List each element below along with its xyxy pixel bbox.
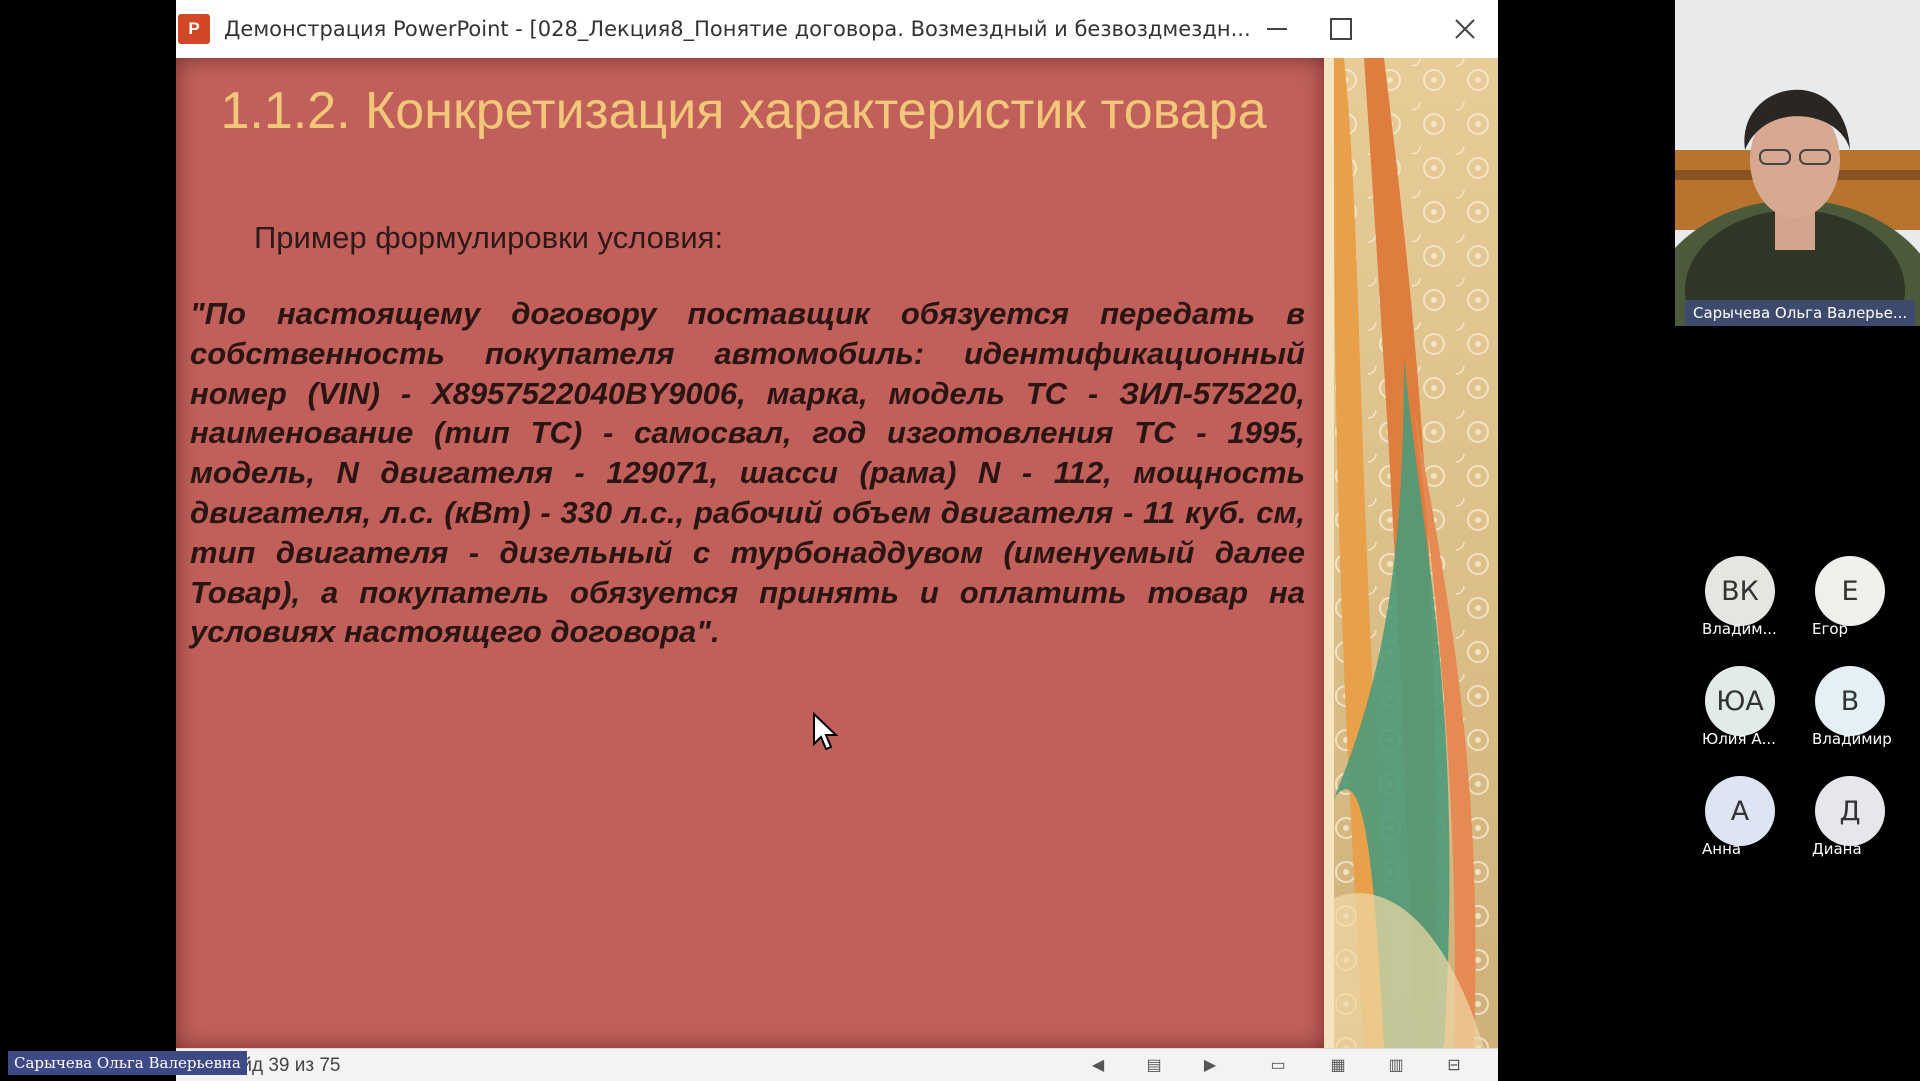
normal-view-button[interactable]: ▭ — [1266, 1054, 1290, 1076]
notes-icon: ▤ — [1146, 1057, 1162, 1074]
participant-avatar: В — [1815, 666, 1885, 736]
next-slide-button[interactable]: ▶ — [1198, 1054, 1222, 1076]
previous-icon: ◀ — [1091, 1057, 1105, 1074]
participant-name: Юлия А... — [1702, 730, 1776, 748]
participant-tile[interactable]: В Владимир — [1800, 666, 1900, 748]
normal-view-icon: ▭ — [1270, 1057, 1286, 1074]
maximize-icon — [1330, 18, 1352, 40]
next-icon: ▶ — [1203, 1057, 1217, 1074]
participant-tile[interactable]: А Анна — [1690, 776, 1790, 858]
speaker-video-label: Сарычева Ольга Валерье... — [1685, 300, 1916, 326]
powerpoint-window: P Демонстрация PowerPoint - [028_Лекция8… — [176, 0, 1498, 1081]
reading-view-icon: ▥ — [1388, 1057, 1404, 1074]
speaker-video-image — [1675, 0, 1920, 326]
minimize-button[interactable] — [1248, 0, 1306, 58]
reading-view-button[interactable]: ▥ — [1384, 1054, 1408, 1076]
slide-sorter-icon: ▦ — [1330, 1057, 1346, 1074]
participant-avatar: А — [1705, 776, 1775, 846]
slideshow-button[interactable]: ⊟ — [1442, 1054, 1466, 1076]
maximize-button[interactable] — [1312, 0, 1370, 58]
slideshow-icon: ⊟ — [1447, 1057, 1461, 1074]
participant-name: Владим... — [1702, 620, 1777, 638]
speaker-name-label: Сарычева Ольга Валерьевна — [8, 1051, 247, 1075]
powerpoint-icon: P — [178, 14, 216, 44]
mouse-cursor-icon — [813, 712, 839, 751]
close-button[interactable] — [1436, 0, 1494, 58]
participant-name: Владимир — [1812, 730, 1892, 748]
slide[interactable]: 1.1.2. Конкретизация характеристик товар… — [176, 58, 1324, 1048]
participant-name: Диана — [1812, 840, 1862, 858]
participant-tile[interactable]: ВК Владим... — [1690, 556, 1790, 638]
minimize-icon — [1267, 28, 1287, 30]
window-title: Демонстрация PowerPoint - [028_Лекция8_П… — [224, 17, 1251, 41]
participant-tile[interactable]: ЮА Юлия А... — [1690, 666, 1790, 748]
participant-tile[interactable]: Д Диана — [1800, 776, 1900, 858]
speaker-video-tile[interactable]: Сарычева Ольга Валерье... — [1675, 0, 1920, 326]
slide-body-text: "По настоящему договору поставщик обязуе… — [190, 296, 1305, 650]
close-icon — [1455, 19, 1475, 39]
previous-slide-button[interactable]: ◀ — [1086, 1054, 1110, 1076]
notes-button[interactable]: ▤ — [1142, 1054, 1166, 1076]
participant-avatar: ЮА — [1705, 666, 1775, 736]
participant-name: Анна — [1702, 840, 1742, 858]
status-bar: Слайд 39 из 75 ◀ ▤ ▶ ▭ ▦ ▥ ⊟ — [176, 1048, 1498, 1081]
participant-tile[interactable]: Е Егор — [1800, 556, 1900, 638]
slide-title: 1.1.2. Конкретизация характеристик товар… — [220, 82, 1267, 140]
participant-name: Егор — [1812, 620, 1849, 638]
participant-avatar: Д — [1815, 776, 1885, 846]
slide-sorter-button[interactable]: ▦ — [1326, 1054, 1350, 1076]
title-bar: P Демонстрация PowerPoint - [028_Лекция8… — [176, 0, 1498, 58]
slide-subtitle: Пример формулировки условия: — [254, 220, 724, 255]
participant-avatar: Е — [1815, 556, 1885, 626]
slide-decoration — [1324, 58, 1498, 1048]
participant-avatar: ВК — [1705, 556, 1775, 626]
